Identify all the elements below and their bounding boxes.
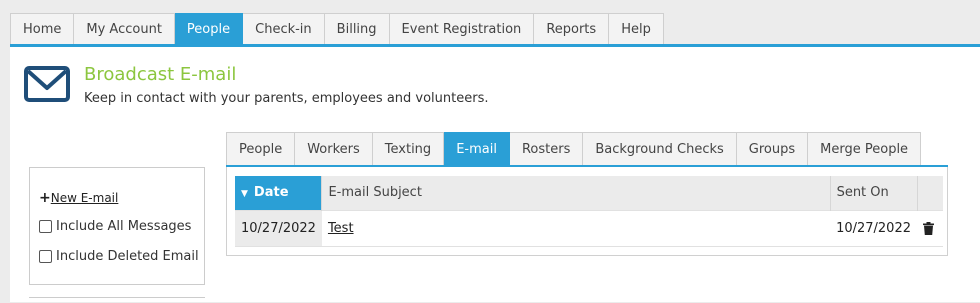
subtab-people[interactable]: People <box>226 132 296 166</box>
subtab-texting[interactable]: Texting <box>372 132 445 166</box>
trash-icon[interactable] <box>923 221 934 235</box>
envelope-icon <box>24 66 70 102</box>
nav-tab-help[interactable]: Help <box>609 13 664 44</box>
people-subnav: People Workers Texting E-mail Rosters Ba… <box>226 132 922 166</box>
plus-icon: + <box>39 190 51 206</box>
secondary-panel-edge <box>29 297 205 303</box>
new-email-link[interactable]: +New E-mail <box>39 190 118 206</box>
email-table-container: ▼ Date E-mail Subject Sent On 10/27/2022 … <box>226 167 948 256</box>
nav-tab-billing[interactable]: Billing <box>324 13 390 44</box>
include-deleted-email-option[interactable]: Include Deleted Email <box>39 249 199 264</box>
nav-tab-check-in[interactable]: Check-in <box>243 13 325 44</box>
column-header-sent-on[interactable]: Sent On <box>830 176 918 210</box>
subtab-merge-people[interactable]: Merge People <box>808 132 922 166</box>
page-subtitle: Keep in contact with your parents, emplo… <box>84 91 489 106</box>
column-header-date[interactable]: ▼ Date <box>235 176 323 210</box>
column-header-subject[interactable]: E-mail Subject <box>321 176 831 210</box>
column-header-actions <box>917 176 943 210</box>
nav-tab-people[interactable]: People <box>174 13 244 44</box>
cell-actions <box>917 209 943 247</box>
nav-tab-event-registration[interactable]: Event Registration <box>389 13 535 44</box>
nav-tab-home[interactable]: Home <box>10 13 75 44</box>
subtab-rosters[interactable]: Rosters <box>509 132 584 166</box>
new-email-label: New E-mail <box>50 191 119 205</box>
include-all-messages-label: Include All Messages <box>56 219 192 234</box>
email-subject-link[interactable]: Test <box>328 221 354 236</box>
sort-desc-icon: ▼ <box>241 189 248 200</box>
email-table: ▼ Date E-mail Subject Sent On 10/27/2022 … <box>235 176 943 247</box>
include-deleted-email-label: Include Deleted Email <box>56 249 199 264</box>
include-deleted-email-checkbox[interactable] <box>39 250 52 263</box>
table-row: 10/27/2022 Test 10/27/2022 <box>235 209 943 247</box>
column-header-date-label: Date <box>253 185 289 201</box>
nav-tab-my-account[interactable]: My Account <box>74 13 175 44</box>
table-header-row: ▼ Date E-mail Subject Sent On <box>235 176 943 210</box>
cell-subject: Test <box>321 209 831 247</box>
cell-sent-on: 10/27/2022 <box>830 209 917 247</box>
include-all-messages-option[interactable]: Include All Messages <box>39 219 191 234</box>
email-options-panel: +New E-mail Include All Messages Include… <box>29 167 205 285</box>
cell-date: 10/27/2022 <box>235 209 322 247</box>
subtab-groups[interactable]: Groups <box>736 132 809 166</box>
main-nav: Home My Account People Check-in Billing … <box>10 13 664 45</box>
subtab-workers[interactable]: Workers <box>295 132 373 166</box>
nav-tab-reports[interactable]: Reports <box>534 13 610 44</box>
include-all-messages-checkbox[interactable] <box>39 220 52 233</box>
page-title: Broadcast E-mail <box>84 64 237 85</box>
subtab-email[interactable]: E-mail <box>444 132 510 166</box>
subtab-background-checks[interactable]: Background Checks <box>583 132 737 166</box>
